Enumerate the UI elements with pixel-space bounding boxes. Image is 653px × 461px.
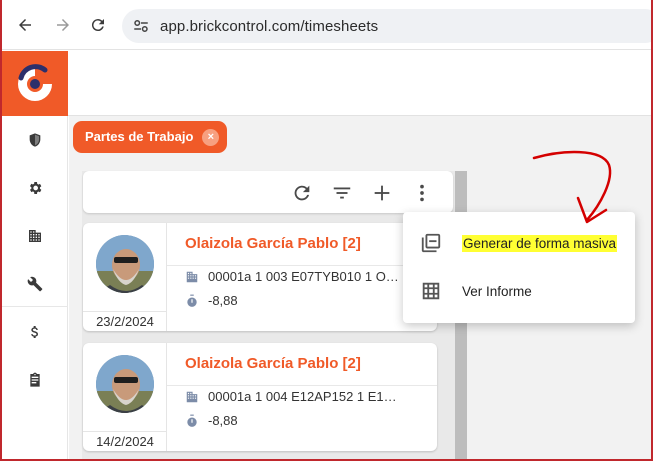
timesheet-card[interactable]: 14/2/2024 Olaizola García Pablo [2] 0000… (83, 343, 437, 451)
app-header (2, 51, 651, 116)
refresh-icon (294, 185, 310, 201)
sidebar-divider (2, 306, 68, 307)
tab-label: Partes de Trabajo (85, 129, 194, 144)
arrow-left-icon (19, 19, 31, 31)
building-icon (29, 230, 41, 242)
menu-item-ver-informe[interactable]: Ver Informe (403, 267, 635, 315)
list-toolbar (83, 171, 453, 213)
dollar-icon (31, 326, 38, 338)
filter-icon (333, 187, 351, 199)
browser-toolbar: app.brickcontrol.com/timesheets (2, 0, 651, 50)
url-text: app.brickcontrol.com/timesheets (160, 18, 379, 35)
filter-button[interactable] (330, 181, 354, 205)
logo-icon (18, 63, 52, 101)
menu-item-label: Ver Informe (462, 283, 532, 299)
more-options-menu: Generar de forma masiva Ver Informe (403, 212, 635, 323)
sidebar-item-buildings[interactable] (2, 212, 68, 260)
more-options-button[interactable] (410, 181, 434, 205)
sidebar-item-finance[interactable] (2, 308, 68, 356)
address-bar[interactable]: app.brickcontrol.com/timesheets (122, 9, 651, 43)
reload-icon (91, 19, 104, 32)
reload-button[interactable] (87, 14, 109, 36)
sidebar-item-security[interactable] (2, 116, 68, 164)
gear-icon (30, 182, 42, 194)
card-date: 14/2/2024 (83, 431, 167, 451)
sidebar-item-settings[interactable] (2, 164, 68, 212)
timesheet-card[interactable]: 23/2/2024 Olaizola García Pablo [2] 0000… (83, 223, 437, 331)
card-left-panel: 23/2/2024 (83, 223, 167, 331)
sidebar-item-tools[interactable] (2, 260, 68, 308)
wrench-icon (27, 276, 43, 292)
card-code: 00001a 1 004 E12AP152 1 E1… (208, 389, 397, 404)
tab-close-button[interactable]: × (202, 129, 220, 146)
card-left-panel: 14/2/2024 (83, 343, 167, 451)
shield-icon (29, 133, 41, 147)
card-date: 23/2/2024 (83, 311, 167, 331)
site-settings-icon[interactable] (132, 17, 150, 35)
card-hours-row: -8,88 (185, 293, 238, 308)
worker-name[interactable]: Olaizola García Pablo [2] (185, 355, 361, 372)
menu-item-generar-masiva[interactable]: Generar de forma masiva (403, 219, 635, 267)
building-icon (186, 271, 198, 282)
user-photo (96, 355, 154, 413)
card-code-row: 00001a 1 003 E07TYB010 1 O… (185, 269, 399, 284)
avatar (96, 355, 154, 413)
grid-icon (422, 282, 440, 300)
timer-icon (187, 414, 197, 427)
card-hours-row: -8,88 (185, 413, 238, 428)
user-photo (96, 235, 154, 293)
library-add-icon (421, 233, 441, 253)
card-hours: -8,88 (208, 293, 238, 308)
clipboard-icon (30, 372, 40, 387)
refresh-button[interactable] (290, 181, 314, 205)
back-button[interactable] (14, 14, 36, 36)
tab-partes-de-trabajo[interactable]: Partes de Trabajo × (73, 121, 228, 153)
screenshot-frame: app.brickcontrol.com/timesheets Partes d… (0, 0, 653, 461)
card-code: 00001a 1 003 E07TYB010 1 O… (208, 269, 399, 284)
card-divider (167, 385, 437, 386)
brickcontrol-logo[interactable] (2, 51, 68, 116)
more-vert-icon (420, 184, 424, 202)
menu-item-label: Generar de forma masiva (462, 234, 618, 252)
timer-icon (187, 294, 197, 307)
card-hours: -8,88 (208, 413, 238, 428)
sidebar (2, 116, 68, 459)
add-button[interactable] (370, 181, 394, 205)
arrow-right-icon (57, 19, 69, 31)
worker-name[interactable]: Olaizola García Pablo [2] (185, 235, 361, 252)
card-divider (167, 265, 437, 266)
card-code-row: 00001a 1 004 E12AP152 1 E1… (185, 389, 397, 404)
building-icon (186, 391, 198, 402)
avatar (96, 235, 154, 293)
sidebar-item-reports[interactable] (2, 356, 68, 404)
add-icon (374, 185, 390, 201)
forward-button[interactable] (52, 14, 74, 36)
